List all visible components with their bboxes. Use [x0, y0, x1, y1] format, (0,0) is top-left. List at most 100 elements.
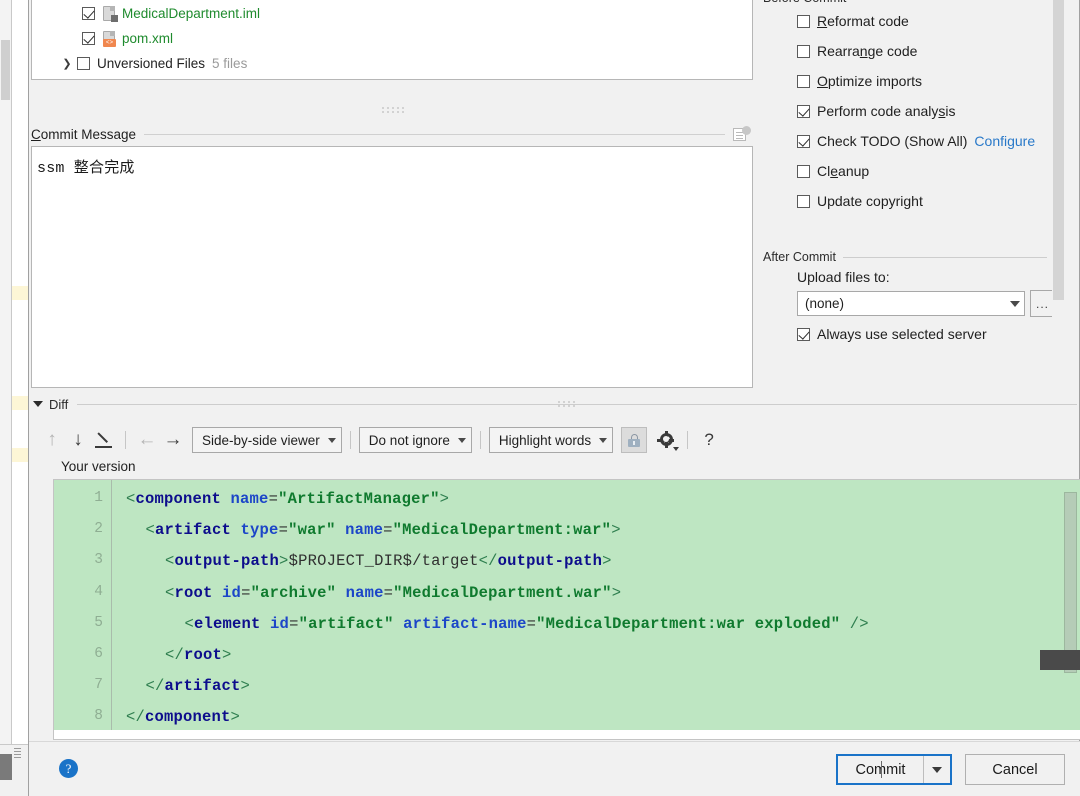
update-copyright-checkbox[interactable]: [797, 194, 810, 208]
option-cleanup[interactable]: Cleanup: [757, 156, 1067, 186]
code-token: artifact-name: [403, 614, 527, 633]
commit-split-button[interactable]: Commit: [836, 754, 952, 785]
xml-file-icon: <>: [102, 31, 117, 47]
option-update-copyright[interactable]: Update copyright: [757, 186, 1067, 216]
ignore-mode-select[interactable]: Do not ignore: [358, 427, 472, 453]
help-icon[interactable]: ?: [59, 759, 78, 778]
optimize-imports-checkbox[interactable]: [797, 74, 810, 88]
viewer-mode-value: Side-by-side viewer: [202, 432, 320, 448]
code-token: output-path: [174, 552, 280, 571]
resize-grip-icon[interactable]: [14, 748, 21, 760]
help-icon[interactable]: ?: [696, 427, 722, 453]
next-difference-icon[interactable]: →: [160, 427, 186, 453]
ignore-mode-value: Do not ignore: [368, 432, 450, 448]
gear-icon[interactable]: [653, 427, 679, 453]
code-line[interactable]: <root id="archive" name="MedicalDepartme…: [165, 584, 621, 602]
chevron-right-icon[interactable]: ❯: [60, 57, 74, 71]
commit-dropdown-arrow-icon[interactable]: [924, 756, 950, 783]
code-line[interactable]: </artifact>: [146, 677, 251, 695]
diff-code-panel[interactable]: 12345678 <component name="ArtifactManage…: [53, 479, 1080, 740]
code-token: >: [222, 646, 232, 664]
commit-message-label: Commit Message: [31, 127, 136, 142]
code-token: "war": [288, 521, 336, 540]
background-highlight: [12, 448, 28, 462]
code-token: id: [270, 614, 290, 633]
background-gutter: [0, 0, 12, 796]
code-line[interactable]: <output-path>$PROJECT_DIR$/target</outpu…: [165, 552, 612, 570]
highlight-mode-select[interactable]: Highlight words: [488, 427, 614, 453]
code-line[interactable]: <element id="artifact" artifact-name="Me…: [185, 615, 869, 633]
background-highlight: [12, 286, 28, 300]
line-number: 7: [94, 677, 103, 694]
tree-row[interactable]: MedicalDepartment.iml: [32, 1, 752, 26]
background-scrollbar-thumb[interactable]: [1, 40, 10, 100]
code-token: <: [145, 521, 156, 540]
previous-difference-icon[interactable]: ←: [134, 427, 160, 453]
collapse-triangle-icon[interactable]: [33, 401, 43, 407]
check-todo-checkbox[interactable]: [797, 134, 810, 148]
code-line[interactable]: </root>: [165, 646, 232, 664]
file-name: pom.xml: [122, 31, 174, 46]
file-checkbox[interactable]: [82, 7, 95, 20]
diff-scrollbar-thumb[interactable]: [1064, 492, 1077, 673]
lock-icon[interactable]: [621, 427, 648, 453]
code-line[interactable]: <artifact type="war" name="MedicalDepart…: [146, 521, 621, 539]
options-scrollbar-thumb[interactable]: [1053, 0, 1064, 300]
reformat-code-checkbox[interactable]: [797, 14, 810, 28]
commit-message-input[interactable]: ssm 整合完成: [31, 146, 753, 388]
next-change-icon[interactable]: ↓: [65, 427, 91, 453]
code-token: root: [184, 646, 223, 664]
code-token: =: [383, 521, 393, 540]
unversioned-checkbox[interactable]: [77, 57, 90, 70]
upload-server-select[interactable]: (none): [797, 291, 1025, 316]
tree-row[interactable]: <> pom.xml: [32, 26, 752, 51]
option-check-todo[interactable]: Check TODO (Show All) Configure: [757, 126, 1067, 156]
top-area: MedicalDepartment.iml <> pom.xml ❯ Unver…: [29, 0, 1080, 392]
rearrange-code-checkbox[interactable]: [797, 44, 810, 58]
reformat-code-label: Reformat code: [817, 13, 909, 29]
cleanup-checkbox[interactable]: [797, 164, 810, 178]
tree-row-unversioned[interactable]: ❯ Unversioned Files 5 files: [32, 51, 752, 76]
horizontal-splitter[interactable]: [381, 106, 407, 114]
option-perform-code-analysis[interactable]: Perform code analysis: [757, 96, 1067, 126]
previous-change-icon[interactable]: ↑: [39, 427, 65, 453]
code-token: =: [383, 583, 394, 602]
line-number: 4: [94, 583, 103, 600]
highlight-mode-value: Highlight words: [498, 432, 592, 448]
code-line[interactable]: </component>: [126, 708, 240, 726]
upload-files-label: Upload files to:: [797, 269, 890, 285]
commit-message-header: Commit Message: [31, 125, 751, 143]
configure-link[interactable]: Configure: [974, 133, 1035, 149]
commit-history-icon[interactable]: [733, 126, 751, 142]
commit-button[interactable]: Commit: [838, 756, 924, 783]
code-token: <: [126, 490, 136, 508]
option-always-use-selected-server[interactable]: Always use selected server: [757, 321, 1067, 347]
edit-pencil-icon[interactable]: [91, 427, 117, 453]
always-use-server-checkbox[interactable]: [797, 327, 810, 341]
file-checkbox[interactable]: [82, 32, 95, 45]
changed-files-tree[interactable]: MedicalDepartment.iml <> pom.xml ❯ Unver…: [31, 0, 753, 80]
diff-scrollbar[interactable]: [1064, 492, 1077, 718]
code-token: "archive": [250, 583, 337, 602]
perform-code-analysis-checkbox[interactable]: [797, 104, 810, 118]
option-rearrange-code[interactable]: Rearrange code: [757, 36, 1067, 66]
toolbar-separator: [687, 431, 689, 449]
option-reformat-code[interactable]: Reformat code: [757, 6, 1067, 36]
group-rule: [842, 256, 1047, 258]
viewer-mode-select[interactable]: Side-by-side viewer: [192, 427, 342, 453]
code-line[interactable]: <component name="ArtifactManager">: [126, 490, 449, 508]
option-optimize-imports[interactable]: Optimize imports: [757, 66, 1067, 96]
cleanup-label: Cleanup: [817, 163, 870, 179]
diff-section-header[interactable]: Diff: [29, 394, 1080, 414]
vertical-splitter[interactable]: [557, 399, 580, 408]
background-taskbar-edge: [0, 754, 12, 780]
perform-code-analysis-label: Perform code analysis: [817, 103, 956, 119]
cancel-button[interactable]: Cancel: [965, 754, 1065, 785]
options-scrollbar[interactable]: [1052, 0, 1065, 362]
code-token: root: [174, 583, 213, 602]
code-token: />: [849, 614, 869, 633]
chevron-down-icon: [1010, 300, 1020, 307]
